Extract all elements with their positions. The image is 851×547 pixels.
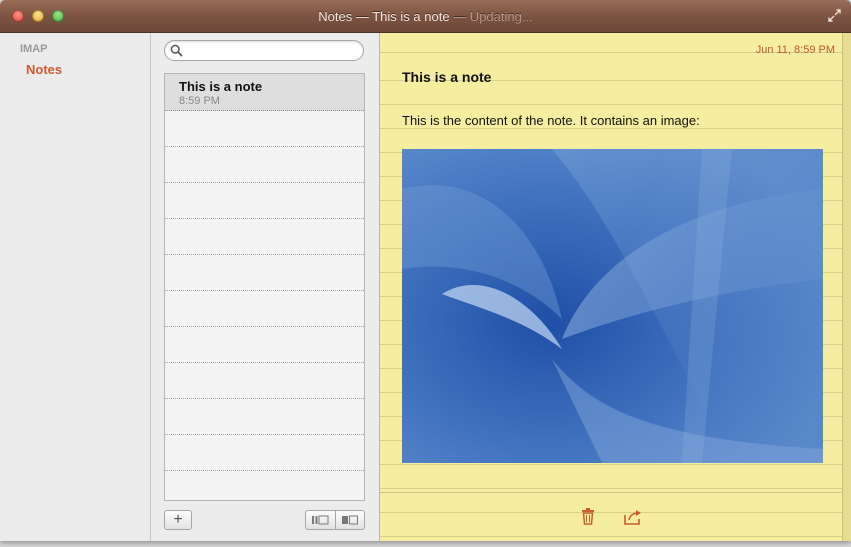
empty-row xyxy=(165,326,364,363)
notes-list: This is a note 8:59 PM xyxy=(164,73,365,501)
search-field[interactable] xyxy=(164,40,364,61)
empty-row xyxy=(165,254,364,291)
notes-window: Notes — This is a note — Updating... IMA… xyxy=(0,0,851,541)
empty-row xyxy=(165,218,364,255)
empty-row xyxy=(165,362,364,399)
fullscreen-icon[interactable] xyxy=(828,9,841,22)
empty-row xyxy=(165,398,364,435)
folders-sidebar: IMAP Notes xyxy=(0,33,151,541)
note-list-time: 8:59 PM xyxy=(179,95,220,107)
view-toggle xyxy=(305,510,365,530)
gallery-view-button[interactable] xyxy=(334,511,365,529)
note-list-title: This is a note xyxy=(179,79,263,94)
sync-status: — Updating... xyxy=(453,9,533,24)
notes-list-pane: This is a note 8:59 PM + xyxy=(151,33,380,541)
note-body-text[interactable]: This is the content of the note. It cont… xyxy=(402,113,700,128)
list-view-icon xyxy=(312,515,329,525)
note-image[interactable] xyxy=(402,149,823,463)
note-date: Jun 11, 8:59 PM xyxy=(755,44,835,56)
search-icon xyxy=(170,44,183,57)
account-header: IMAP xyxy=(20,43,48,55)
empty-row xyxy=(165,470,364,500)
divider xyxy=(380,492,843,493)
note-page-edge xyxy=(842,33,851,541)
empty-row xyxy=(165,146,364,183)
list-view-button[interactable] xyxy=(306,511,335,529)
gallery-view-icon xyxy=(341,515,358,525)
trash-icon[interactable] xyxy=(580,508,596,525)
add-note-button[interactable]: + xyxy=(164,510,192,530)
list-item[interactable]: This is a note 8:59 PM xyxy=(165,74,364,111)
title-bar[interactable]: Notes — This is a note — Updating... xyxy=(0,0,851,33)
share-icon[interactable] xyxy=(623,509,643,525)
empty-row xyxy=(165,182,364,219)
empty-row xyxy=(165,434,364,471)
sidebar-item-notes[interactable]: Notes xyxy=(26,62,62,77)
empty-row xyxy=(165,290,364,327)
window-title-text: Notes — This is a note xyxy=(318,9,450,24)
window-title: Notes — This is a note — Updating... xyxy=(0,9,851,24)
abstract-blue-wallpaper-image xyxy=(402,149,823,463)
note-editor[interactable]: Jun 11, 8:59 PM This is a note This is t… xyxy=(380,33,843,541)
empty-row xyxy=(165,110,364,147)
note-title[interactable]: This is a note xyxy=(402,69,491,85)
